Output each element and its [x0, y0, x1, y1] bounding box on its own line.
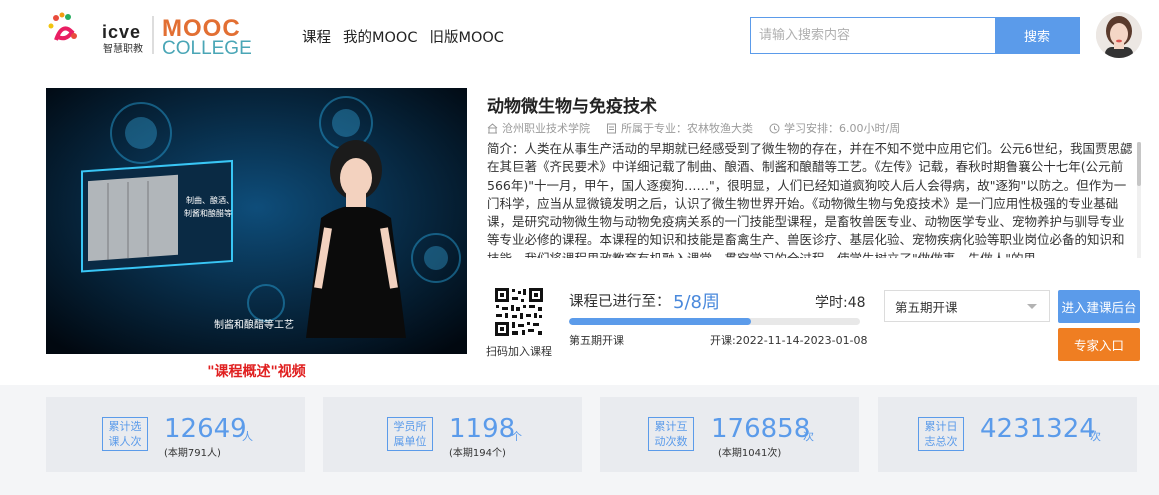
progress-bar: [569, 318, 860, 325]
enter-backend-button[interactable]: 进入建课后台: [1058, 290, 1140, 323]
stat-value: 12649: [164, 414, 247, 444]
stat-card-interactions: 累计互 动次数 176858 次 (本期1041次): [600, 397, 859, 472]
stat-unit: 个: [511, 430, 522, 443]
search-input[interactable]: [751, 18, 995, 53]
school-icon: [487, 122, 498, 133]
stat-value: 1198: [449, 414, 516, 444]
video-inset-text-2: 制酱和酿醋等: [184, 208, 232, 218]
stat-unit: 次: [1090, 430, 1101, 443]
chevron-down-icon: [1027, 304, 1037, 309]
course-video[interactable]: 制曲、酿酒、 制酱和酿醋等 制酱和酿醋等工艺: [46, 88, 467, 354]
video-overlay-title: 制酱和酿醋等工艺: [214, 318, 294, 331]
nav-item-courses[interactable]: 课程: [302, 26, 331, 47]
video-inset-text-1: 制曲、酿酒、: [186, 195, 234, 205]
course-dates: 开课:2022-11-14-2023-01-08: [710, 334, 868, 347]
stat-card-logs: 累计日 志总次 4231324 次: [878, 397, 1137, 472]
course-school: 沧州职业技术学院: [502, 122, 590, 135]
search-button[interactable]: 搜索: [995, 18, 1079, 53]
course-description: 简介：人类在从事生产活动的早期就已经感受到了微生物的存在，并在不知不觉中应用它们…: [487, 141, 1133, 258]
nav-item-old-mooc[interactable]: 旧版MOOC: [429, 26, 503, 47]
stat-sub: (本期1041次): [718, 448, 782, 459]
logo-college-text: COLLEGE: [162, 38, 252, 58]
progress-label: 课程已进行至：: [569, 294, 671, 310]
course-hours: 学时:48: [815, 295, 866, 311]
stat-label: 学员所 属单位: [387, 417, 433, 451]
stat-sub: (本期791人): [164, 448, 221, 459]
site-logo[interactable]: icve 智慧职教 MOOC COLLEGE: [46, 10, 286, 59]
term-select-value: 第五期开课: [895, 299, 958, 315]
stat-label: 累计日 志总次: [918, 417, 964, 451]
logo-brand-subtext: 智慧职教: [103, 42, 143, 55]
progress-value: 5/8周: [673, 292, 720, 313]
stat-value: 4231324: [980, 414, 1096, 444]
major-icon: [607, 123, 616, 133]
stat-label: 累计互 动次数: [648, 417, 694, 451]
course-title: 动物微生物与免疫技术: [487, 97, 657, 117]
term-label: 第五期开课: [569, 334, 624, 347]
scrollbar-thumb[interactable]: [1137, 142, 1141, 186]
logo-brand-text: icve: [102, 22, 141, 42]
stat-sub: (本期194个): [449, 448, 506, 459]
stat-label: 累计选 课人次: [102, 417, 148, 451]
course-schedule: 学习安排：6.00小时/周: [784, 122, 901, 135]
term-select[interactable]: 第五期开课: [884, 290, 1050, 322]
stat-value: 176858: [711, 414, 811, 444]
top-header: icve 智慧职教 MOOC COLLEGE 课程 我的MOOC 旧版MOOC …: [0, 0, 1159, 71]
course-major: 所属于专业：农林牧渔大类: [621, 122, 753, 135]
nav-item-my-mooc[interactable]: 我的MOOC: [343, 26, 417, 47]
description-scrollbar[interactable]: [1137, 142, 1141, 258]
expert-entry-button[interactable]: 专家入口: [1058, 328, 1140, 361]
stat-unit: 次: [803, 430, 814, 443]
stat-card-enrollments: 累计选 课人次 12649 人 (本期791人): [46, 397, 305, 472]
user-avatar[interactable]: [1096, 12, 1142, 58]
stat-unit: 人: [242, 430, 253, 443]
search-box: 搜索: [750, 17, 1080, 54]
main-nav: 课程 我的MOOC 旧版MOOC: [302, 26, 504, 47]
course-meta: 沧州职业技术学院 所属于专业：农林牧渔大类 学习安排：6.00小时/周: [487, 120, 900, 136]
clock-icon: [769, 123, 780, 133]
stat-card-units: 学员所 属单位 1198 个 (本期194个): [323, 397, 582, 472]
video-caption: "课程概述"视频: [207, 364, 306, 380]
progress-bar-fill: [569, 318, 751, 325]
qr-label: 扫码加入课程: [486, 345, 552, 358]
qr-code: [494, 287, 544, 337]
